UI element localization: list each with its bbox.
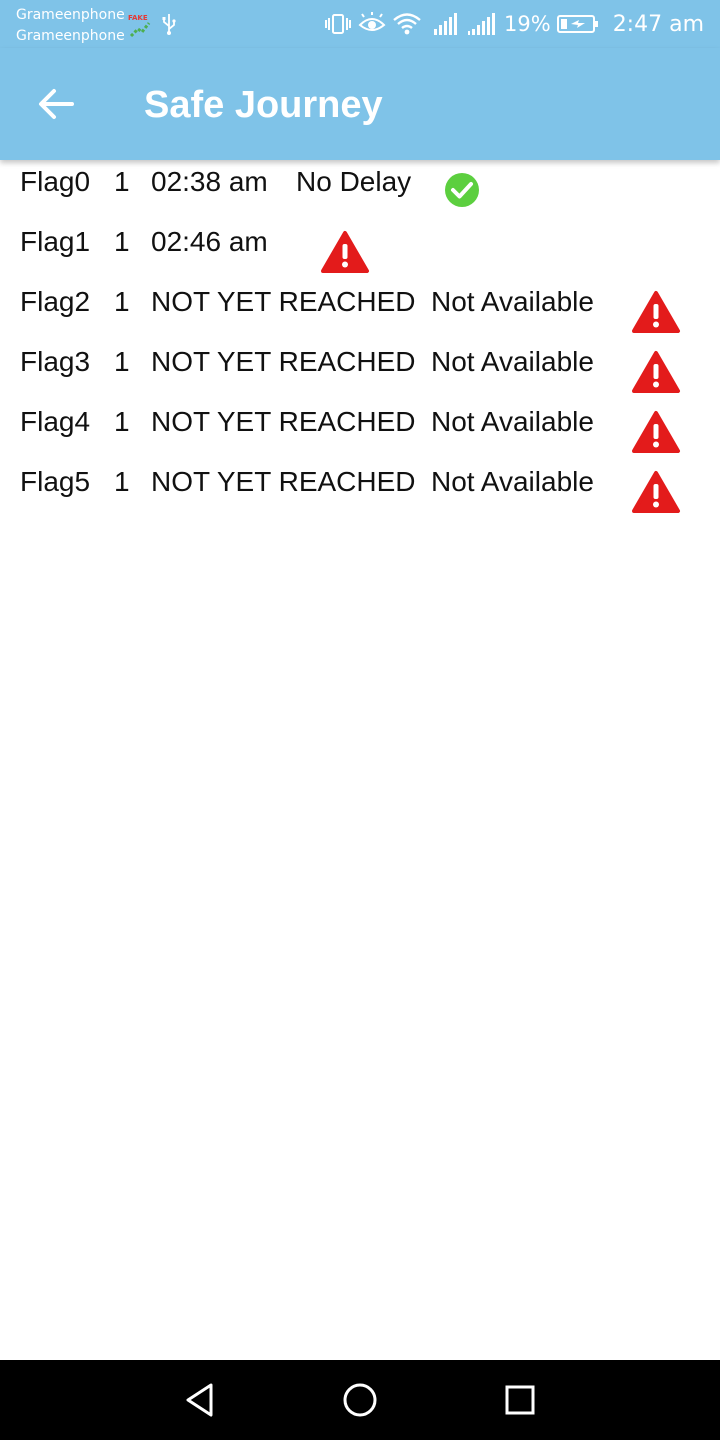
battery-charging-icon — [556, 15, 598, 33]
page-title: Safe Journey — [144, 84, 383, 126]
warning-icon — [632, 351, 680, 393]
flag-row[interactable]: Flag0 1 02:38 am No Delay — [0, 160, 720, 220]
recents-square-icon — [505, 1385, 535, 1415]
battery-percent: 19% — [504, 12, 551, 36]
nav-back-button[interactable] — [178, 1378, 222, 1422]
flag-name: Flag3 — [20, 346, 91, 377]
warning-icon — [632, 471, 680, 513]
warning-icon — [632, 291, 680, 333]
eye-comfort-icon — [358, 12, 386, 31]
flag-count: 1 — [114, 226, 130, 257]
flag-delay: Not Available — [431, 466, 594, 497]
flag-count: 1 — [114, 406, 130, 437]
signal-icon — [468, 13, 495, 35]
flag-row[interactable]: Flag2 1 NOT YET REACHED Not Available — [0, 280, 720, 340]
flag-name: Flag0 — [20, 166, 91, 197]
flag-delay: Not Available — [431, 286, 594, 317]
home-circle-icon — [343, 1383, 377, 1417]
flag-row[interactable]: Flag3 1 NOT YET REACHED Not Available — [0, 340, 720, 400]
flag-count: 1 — [114, 286, 130, 317]
status-clock: 2:47 am — [612, 11, 704, 37]
nav-home-button[interactable] — [338, 1378, 382, 1422]
back-triangle-icon — [186, 1383, 213, 1417]
navigation-bar — [0, 1360, 720, 1440]
status-bar: Grameenphone Grameenphone FAKE 19% 2:47 … — [0, 0, 720, 48]
flag-count: 1 — [114, 466, 130, 497]
flag-name: Flag2 — [20, 286, 91, 317]
carrier-names: Grameenphone Grameenphone — [16, 5, 125, 47]
flag-row[interactable]: Flag4 1 NOT YET REACHED Not Available — [0, 400, 720, 460]
warning-icon — [321, 231, 369, 273]
usb-icon — [162, 14, 176, 35]
warning-icon — [632, 411, 680, 453]
flag-delay: Not Available — [431, 406, 594, 437]
flag-time: NOT YET REACHED — [151, 466, 416, 497]
mock-location-icon — [129, 22, 151, 38]
flag-name: Flag5 — [20, 466, 91, 497]
carrier-1: Grameenphone — [16, 7, 125, 23]
flag-time: 02:46 am — [151, 226, 268, 257]
flag-delay: No Delay — [296, 166, 412, 197]
flag-row[interactable]: Flag5 1 NOT YET REACHED Not Available — [0, 460, 720, 520]
flag-delay: Not Available — [431, 346, 594, 377]
carrier-2: Grameenphone — [16, 28, 125, 44]
status-icons: 19% 2:47 am — [324, 10, 704, 38]
check-circle-icon — [445, 173, 479, 207]
flag-time: 02:38 am — [151, 166, 268, 197]
app-bar: Safe Journey — [0, 48, 720, 160]
flag-count: 1 — [114, 166, 130, 197]
flag-name: Flag1 — [20, 226, 91, 257]
flag-time: NOT YET REACHED — [151, 286, 416, 317]
nav-recents-button[interactable] — [498, 1378, 542, 1422]
flag-time: NOT YET REACHED — [151, 346, 416, 377]
wifi-icon — [393, 13, 421, 35]
flag-name: Flag4 — [20, 406, 91, 437]
back-button[interactable] — [28, 76, 84, 132]
flag-row[interactable]: Flag1 1 02:46 am — [0, 220, 720, 280]
flag-count: 1 — [114, 346, 130, 377]
arrow-back-icon — [39, 89, 74, 119]
flag-time: NOT YET REACHED — [151, 406, 416, 437]
vibrate-icon — [325, 14, 351, 34]
signal-icon — [434, 13, 457, 35]
